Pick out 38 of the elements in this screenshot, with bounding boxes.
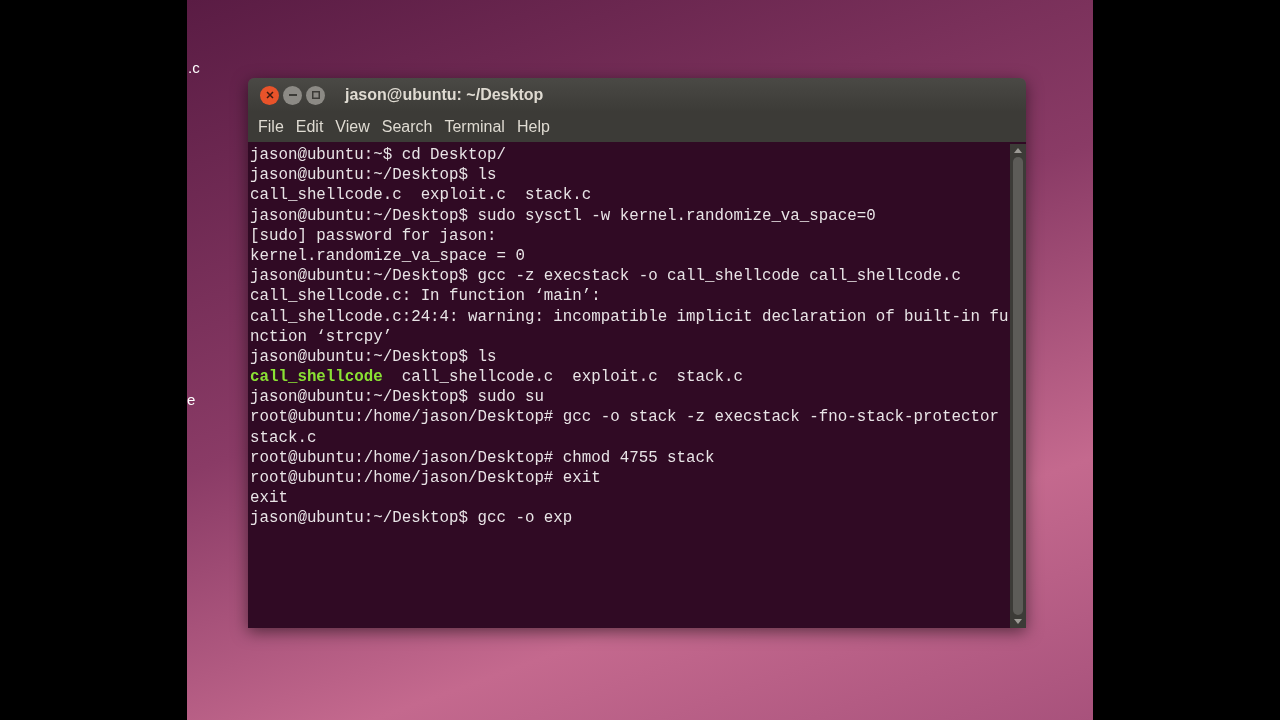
terminal-line: jason@ubuntu:~/Desktop$ ls (250, 165, 498, 186)
terminal-line: jason@ubuntu:~/Desktop$ sudo su (250, 387, 545, 408)
menu-item[interactable]: Edit (289, 115, 330, 139)
terminal-line: exit (250, 488, 289, 509)
menu-item[interactable]: Help (510, 115, 556, 139)
menu-item[interactable]: View (329, 115, 376, 139)
desktop-icon-label: .c (188, 58, 200, 78)
terminal-line: kernel.randomize_va_space = 0 (250, 245, 526, 267)
terminal-line: jason@ubuntu:~/Desktop$ ls (250, 346, 498, 368)
terminal-line: call_shellcode.c exploit.c stack.c (250, 185, 593, 206)
terminal-line: root@ubuntu:/home/jason/Desktop# gcc -o stack -z execstack -fno-stack-protector (250, 407, 1000, 428)
maximize-button[interactable] (306, 85, 325, 105)
terminal-line: jason@ubuntu:~/Desktop$ gcc -o exp (250, 508, 574, 529)
minimize-icon (288, 94, 297, 96)
menu-item[interactable]: File (252, 115, 290, 139)
terminal-line: root@ubuntu:/home/jason/Desktop# exit (250, 468, 602, 489)
scrollbar[interactable] (1010, 144, 1026, 628)
close-button[interactable] (260, 85, 279, 105)
scroll-up-icon (1014, 148, 1022, 153)
terminal-line: jason@ubuntu:~$ cd Desktop/ (250, 145, 507, 166)
terminal-line: jason@ubuntu:~/Desktop$ sudo sysctl -w kernel.randomize_va_space=0 (250, 205, 877, 226)
window-title: jason@ubuntu: ~/Desktop (345, 85, 544, 105)
terminal-line: stack.c (250, 427, 318, 448)
terminal-line: call_shellcode.c:24:4: warning: incompatible implicit declaration of built-in fu (250, 306, 1010, 327)
menu-item[interactable]: Search (375, 115, 439, 139)
terminal-line: call_shellcode.c: In function ‘main’: (250, 286, 602, 307)
terminal-line: call_shellcode call_shellcode.c exploit.c stack.c (250, 367, 744, 388)
maximize-icon (311, 91, 320, 99)
terminal-line: root@ubuntu:/home/jason/Desktop# chmod 4755 stack (250, 447, 716, 468)
close-icon (265, 91, 274, 99)
desktop-icon-label: e (187, 390, 196, 410)
menu-item[interactable]: Terminal (438, 115, 511, 139)
terminal-line: nction ‘strcpy’ (250, 326, 394, 347)
scroll-down-icon (1014, 619, 1022, 624)
terminal-line: [sudo] password for jason: (250, 225, 498, 246)
minimize-button[interactable] (283, 85, 302, 105)
terminal-line: jason@ubuntu:~/Desktop$ gcc -z execstack -o call_shellcode call_shellcode.c (250, 266, 962, 287)
scrollbar-thumb[interactable] (1013, 157, 1023, 615)
